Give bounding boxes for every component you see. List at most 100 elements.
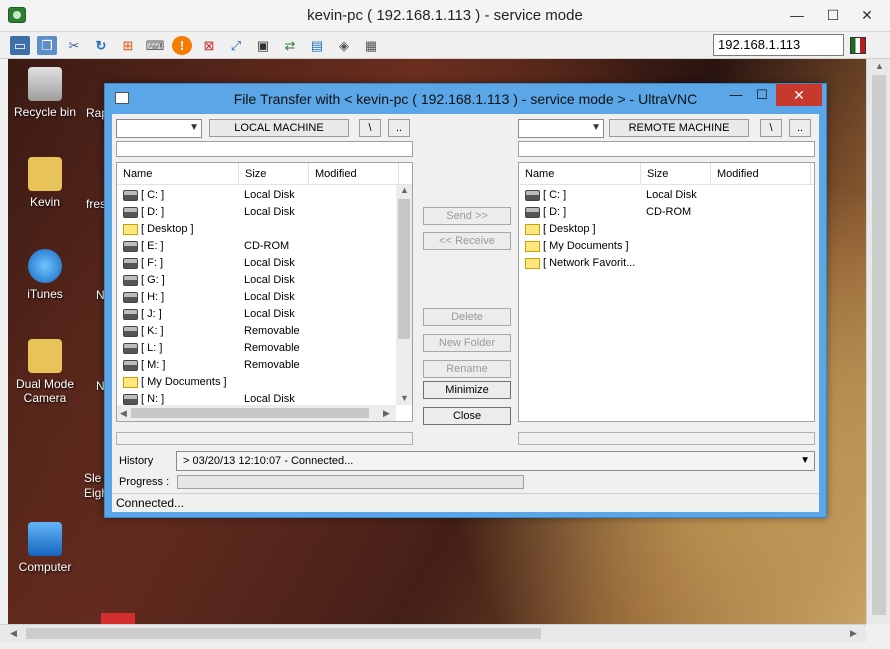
- item-name: [ D: ]: [141, 206, 165, 218]
- local-up-button[interactable]: ..: [388, 119, 410, 137]
- transfer-icon[interactable]: ⇄: [280, 36, 300, 55]
- windows-logo-icon[interactable]: ⊞: [118, 36, 138, 55]
- local-file-list[interactable]: Name Size Modified [ C: ] Local Disk[ D: …: [116, 162, 413, 422]
- desktop-icon-dual-mode-camera[interactable]: Dual Mode Camera: [8, 339, 85, 405]
- column-modified[interactable]: Modified: [309, 163, 399, 185]
- list-item[interactable]: [ D: ] CD-ROM: [519, 204, 814, 221]
- scroll-left-arrow-icon[interactable]: ◀: [10, 628, 17, 639]
- item-name: [ F: ]: [141, 257, 163, 269]
- stop-icon[interactable]: !: [172, 36, 192, 55]
- folder-icon: [123, 377, 138, 388]
- scroll-right-arrow-icon[interactable]: ▶: [383, 408, 390, 419]
- screen-icon[interactable]: ▣: [253, 36, 273, 55]
- folder-icon: [525, 241, 540, 252]
- progress-bar: [177, 475, 524, 489]
- viewer-horizontal-scrollbar[interactable]: ◀ ▶: [0, 624, 866, 642]
- dialog-title-bar: File Transfer with < kevin-pc ( 192.168.…: [105, 84, 826, 112]
- list-item[interactable]: [ Desktop ]: [117, 221, 412, 238]
- dialog-maximize-button[interactable]: ☐: [749, 84, 775, 106]
- drive-icon: [123, 207, 138, 218]
- chat-icon[interactable]: ◈: [334, 36, 354, 55]
- list-item[interactable]: [ F: ] Local Disk: [117, 255, 412, 272]
- column-name[interactable]: Name: [519, 163, 641, 185]
- new-folder-button[interactable]: New Folder: [423, 334, 511, 352]
- monitor-icon[interactable]: ▭: [10, 36, 30, 55]
- drive-icon: [123, 190, 138, 201]
- remote-drive-select[interactable]: ▼: [518, 119, 604, 138]
- list-item[interactable]: [ L: ] Removable: [117, 340, 412, 357]
- list-item[interactable]: [ K: ] Removable: [117, 323, 412, 340]
- flag-icon[interactable]: [850, 37, 866, 54]
- viewer-title-bar: kevin-pc ( 192.168.1.113 ) - service mod…: [0, 0, 890, 32]
- local-vscroll-thumb[interactable]: [398, 199, 410, 339]
- fullscreen-icon[interactable]: ⤢: [226, 36, 246, 55]
- viewer-vscroll-thumb[interactable]: [872, 75, 886, 615]
- list-item[interactable]: [ D: ] Local Disk: [117, 204, 412, 221]
- viewer-maximize-button[interactable]: ☐: [818, 4, 848, 26]
- column-modified[interactable]: Modified: [711, 163, 811, 185]
- list-item[interactable]: [ C: ] Local Disk: [519, 187, 814, 204]
- list-item[interactable]: [ M: ] Removable: [117, 357, 412, 374]
- list-item[interactable]: [ C: ] Local Disk: [117, 187, 412, 204]
- status-bar: Connected...: [112, 493, 819, 512]
- list-item[interactable]: [ G: ] Local Disk: [117, 272, 412, 289]
- scroll-right-arrow-icon[interactable]: ▶: [850, 628, 857, 639]
- desktop-icon-itunes[interactable]: iTunes: [8, 249, 85, 301]
- chevron-down-icon: ▼: [800, 455, 810, 466]
- item-name: [ G: ]: [141, 274, 165, 286]
- list-item[interactable]: [ H: ] Local Disk: [117, 289, 412, 306]
- viewer-close-button[interactable]: ✕: [852, 4, 882, 26]
- rename-button[interactable]: Rename: [423, 360, 511, 378]
- local-list-vscrollbar[interactable]: ▲ ▼: [396, 185, 412, 405]
- column-size[interactable]: Size: [641, 163, 711, 185]
- options-icon[interactable]: ▦: [361, 36, 381, 55]
- list-item[interactable]: [ My Documents ]: [519, 238, 814, 255]
- tools-icon[interactable]: ✂: [64, 36, 84, 55]
- list-item[interactable]: [ My Documents ]: [117, 374, 412, 391]
- desktop-icon-computer[interactable]: Computer: [8, 522, 85, 574]
- folder-icon: [28, 339, 62, 373]
- scroll-up-arrow-icon[interactable]: ▲: [875, 61, 884, 71]
- column-name[interactable]: Name: [117, 163, 239, 185]
- viewer-minimize-button[interactable]: —: [782, 4, 812, 26]
- local-path-input[interactable]: [116, 141, 413, 157]
- pdf-icon[interactable]: [101, 613, 135, 624]
- remote-root-button[interactable]: \: [760, 119, 782, 137]
- local-root-button[interactable]: \: [359, 119, 381, 137]
- local-list-hscrollbar[interactable]: ◀ ▶: [117, 405, 396, 421]
- computer-icon: [28, 522, 62, 556]
- minimize-button[interactable]: Minimize: [423, 381, 511, 399]
- list-item[interactable]: [ Desktop ]: [519, 221, 814, 238]
- list-item[interactable]: [ J: ] Local Disk: [117, 306, 412, 323]
- list-item[interactable]: [ Network Favorit...: [519, 255, 814, 272]
- remote-up-button[interactable]: ..: [789, 119, 811, 137]
- send-button[interactable]: Send >>: [423, 207, 511, 225]
- close-button[interactable]: Close: [423, 407, 511, 425]
- viewer-vertical-scrollbar[interactable]: ▲: [866, 59, 890, 624]
- refresh-icon[interactable]: ↻: [91, 36, 111, 55]
- history-select[interactable]: > 03/20/13 12:10:07 - Connected... ▼: [176, 451, 815, 471]
- receive-button[interactable]: << Receive: [423, 232, 511, 250]
- scroll-up-arrow-icon[interactable]: ▲: [400, 185, 409, 195]
- viewer-title: kevin-pc ( 192.168.1.113 ) - service mod…: [307, 7, 583, 24]
- list-item[interactable]: [ E: ] CD-ROM: [117, 238, 412, 255]
- remote-file-list[interactable]: Name Size Modified [ C: ] Local Disk [ D: …: [518, 162, 815, 422]
- ip-address-input[interactable]: 192.168.1.113: [713, 34, 844, 56]
- dialog-close-button[interactable]: ✕: [776, 84, 822, 106]
- desktop-icon-kevin[interactable]: Kevin: [8, 157, 85, 209]
- column-size[interactable]: Size: [239, 163, 309, 185]
- folder-icon: [123, 224, 138, 235]
- scroll-left-arrow-icon[interactable]: ◀: [120, 408, 127, 419]
- window-icon[interactable]: ▤: [307, 36, 327, 55]
- scroll-down-arrow-icon[interactable]: ▼: [400, 393, 409, 403]
- delete-button[interactable]: Delete: [423, 308, 511, 326]
- dialog-minimize-button[interactable]: —: [723, 84, 749, 106]
- viewer-hscroll-thumb[interactable]: [26, 628, 541, 639]
- remote-path-input[interactable]: [518, 141, 815, 157]
- desktop-icon-recycle-bin[interactable]: Recycle bin: [8, 67, 85, 119]
- keyboard-icon[interactable]: ⌨: [145, 36, 165, 55]
- local-drive-select[interactable]: ▼: [116, 119, 202, 138]
- windows-icon[interactable]: ❐: [37, 36, 57, 55]
- local-hscroll-thumb[interactable]: [131, 408, 369, 418]
- disconnect-icon[interactable]: ⊠: [199, 36, 219, 55]
